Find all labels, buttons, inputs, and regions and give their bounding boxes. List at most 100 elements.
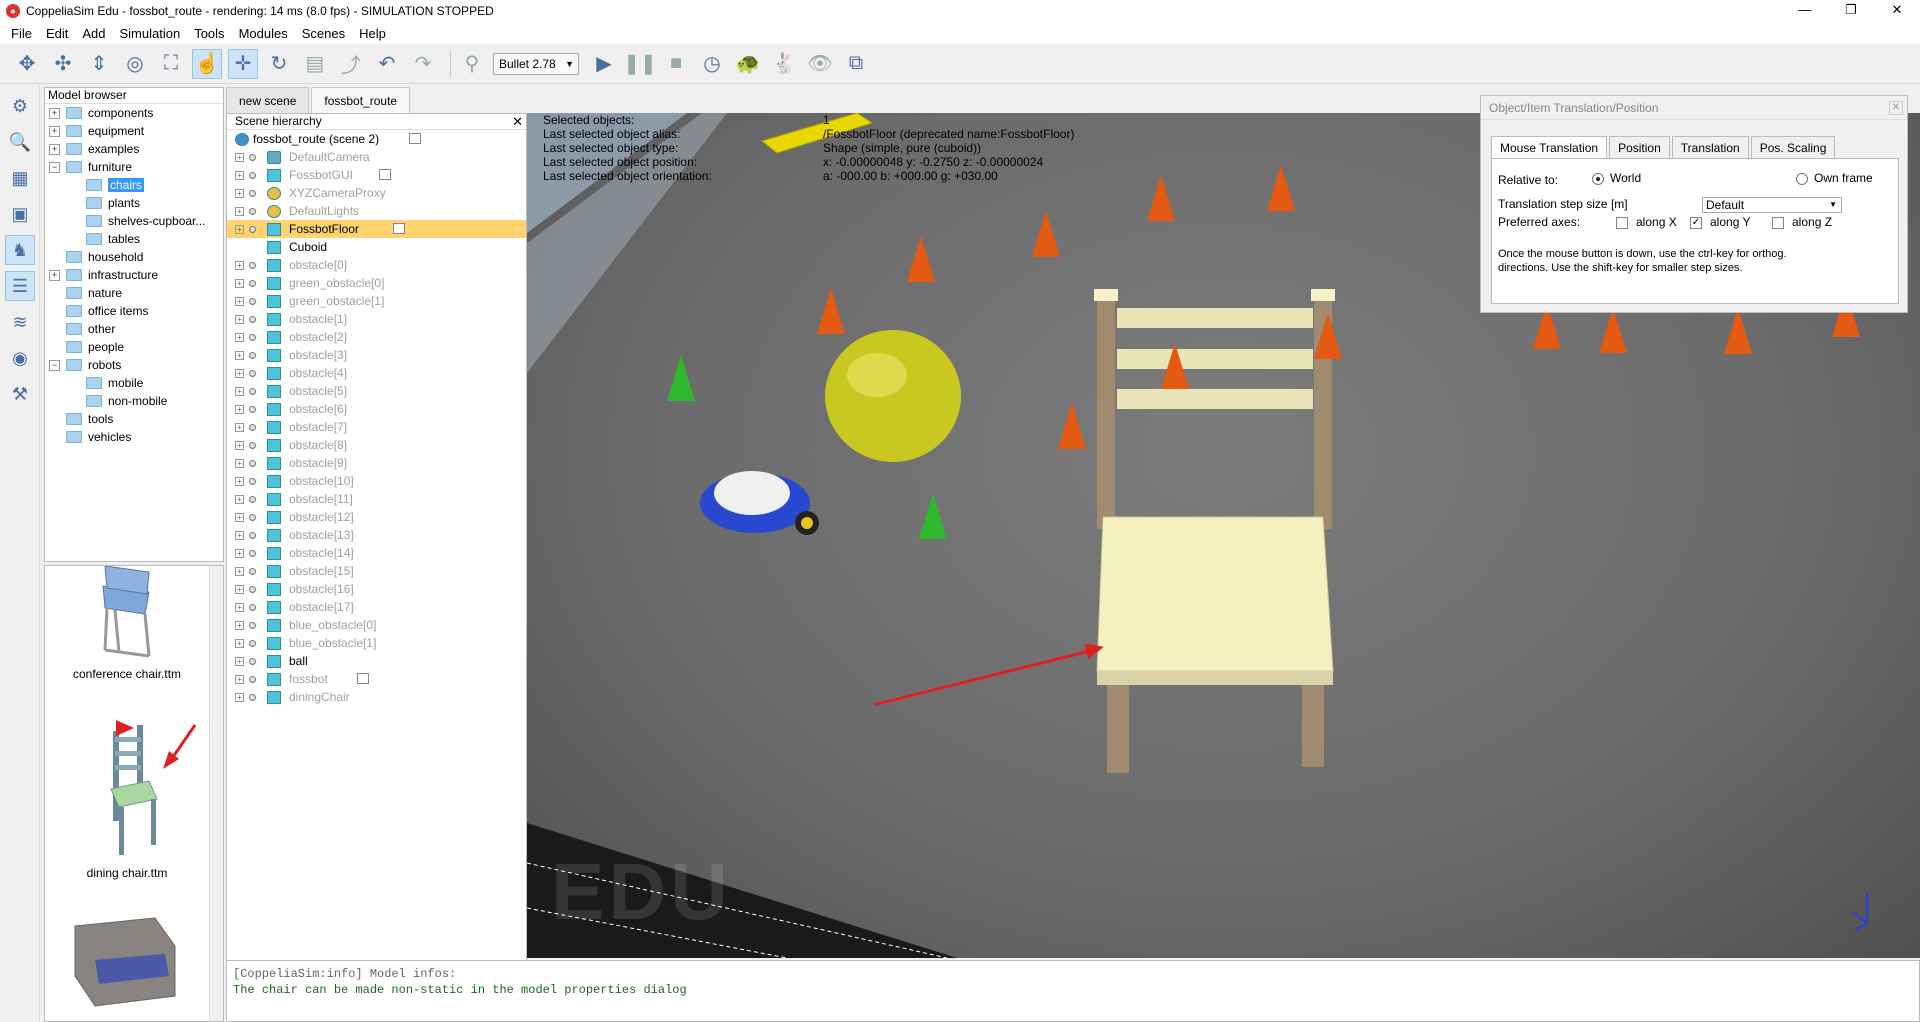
along-y-checkbox[interactable]: ✓ along Y bbox=[1690, 215, 1750, 229]
dynamics-settings-icon[interactable]: ⚲ bbox=[457, 49, 487, 79]
visibility-dot-icon[interactable] bbox=[249, 351, 256, 359]
close-button[interactable]: ✕ bbox=[1874, 0, 1920, 22]
hierarchy-item[interactable]: + obstacle[13] bbox=[227, 526, 526, 544]
expand-toggle-icon[interactable]: + bbox=[235, 512, 244, 522]
visibility-dot-icon[interactable] bbox=[249, 639, 256, 647]
hierarchy-root[interactable]: fossbot_route (scene 2) bbox=[227, 130, 526, 148]
model-folder-item[interactable]: office items bbox=[45, 302, 223, 320]
expand-toggle-icon[interactable]: + bbox=[235, 566, 244, 576]
menu-modules[interactable]: Modules bbox=[232, 26, 295, 41]
visibility-dot-icon[interactable] bbox=[249, 531, 256, 539]
expand-toggle-icon[interactable]: + bbox=[235, 332, 244, 342]
expand-toggle-icon[interactable]: + bbox=[235, 368, 244, 378]
script-doc-icon[interactable] bbox=[357, 673, 370, 684]
menu-simulation[interactable]: Simulation bbox=[113, 26, 188, 41]
visibility-dot-icon[interactable] bbox=[249, 225, 256, 233]
visibility-dot-icon[interactable] bbox=[249, 297, 256, 305]
model-folder-item[interactable]: non-mobile bbox=[45, 392, 223, 410]
expand-toggle-icon[interactable]: + bbox=[235, 692, 244, 702]
hierarchy-item[interactable]: + obstacle[11] bbox=[227, 490, 526, 508]
speed-up-icon[interactable]: 🐇 bbox=[769, 49, 799, 79]
hierarchy-item[interactable]: + XYZCameraProxy bbox=[227, 184, 526, 202]
expand-toggle-icon[interactable]: + bbox=[235, 296, 244, 306]
tab-pos-scaling[interactable]: Pos. Scaling bbox=[1750, 136, 1836, 158]
status-console[interactable]: [CoppeliaSim:info] Model infos: The chai… bbox=[226, 960, 1920, 1022]
model-folder-item[interactable]: people bbox=[45, 338, 223, 356]
visibility-dot-icon[interactable] bbox=[249, 333, 256, 341]
expand-toggle-icon[interactable]: + bbox=[49, 269, 60, 281]
visibility-dot-icon[interactable] bbox=[249, 153, 256, 161]
own-frame-radio[interactable]: Own frame bbox=[1796, 171, 1873, 185]
visibility-dot-icon[interactable] bbox=[249, 693, 256, 701]
minimize-button[interactable]: — bbox=[1782, 0, 1828, 22]
hierarchy-item[interactable]: + obstacle[0] bbox=[227, 256, 526, 274]
visibility-dot-icon[interactable] bbox=[249, 495, 256, 503]
expand-toggle-icon[interactable]: + bbox=[235, 386, 244, 396]
expand-toggle-icon[interactable]: + bbox=[235, 170, 244, 180]
model-folder-item[interactable]: tables bbox=[45, 230, 223, 248]
hierarchy-item[interactable]: + obstacle[14] bbox=[227, 544, 526, 562]
expand-toggle-icon[interactable]: + bbox=[235, 350, 244, 360]
model-folder-item[interactable]: + infrastructure bbox=[45, 266, 223, 284]
visibility-dot-icon[interactable] bbox=[249, 567, 256, 575]
script-doc-icon[interactable] bbox=[379, 169, 391, 180]
menu-file[interactable]: File bbox=[4, 26, 39, 41]
script-doc-icon[interactable] bbox=[409, 133, 421, 144]
hierarchy-item[interactable]: + green_obstacle[0] bbox=[227, 274, 526, 292]
expand-toggle-icon[interactable]: + bbox=[235, 674, 244, 684]
expand-toggle-icon[interactable]: + bbox=[235, 206, 244, 216]
expand-toggle-icon[interactable]: + bbox=[235, 638, 244, 648]
hierarchy-item[interactable]: + obstacle[16] bbox=[227, 580, 526, 598]
expand-toggle-icon[interactable]: + bbox=[235, 152, 244, 162]
visibility-dot-icon[interactable] bbox=[249, 405, 256, 413]
simulation-settings-icon[interactable]: ⚙ bbox=[5, 91, 35, 121]
hierarchy-item[interactable]: + obstacle[4] bbox=[227, 364, 526, 382]
hierarchy-item[interactable]: + green_obstacle[1] bbox=[227, 292, 526, 310]
layers-icon[interactable]: ≋ bbox=[5, 307, 35, 337]
collections-icon[interactable]: ▦ bbox=[5, 163, 35, 193]
hierarchy-item[interactable]: + obstacle[1] bbox=[227, 310, 526, 328]
realtime-icon[interactable]: ◷ bbox=[697, 49, 727, 79]
model-folder-item[interactable]: household bbox=[45, 248, 223, 266]
menu-help[interactable]: Help bbox=[352, 26, 393, 41]
hierarchy-item[interactable]: + FossbotFloor bbox=[227, 220, 526, 238]
expand-toggle-icon[interactable]: + bbox=[235, 656, 244, 666]
expand-toggle-icon[interactable]: + bbox=[49, 125, 60, 137]
world-radio[interactable]: World bbox=[1592, 171, 1641, 185]
model-folder-item[interactable]: vehicles bbox=[45, 428, 223, 446]
thumbnail-armchair[interactable] bbox=[45, 906, 209, 1019]
expand-toggle-icon[interactable]: + bbox=[49, 143, 60, 155]
visibility-dot-icon[interactable] bbox=[249, 675, 256, 683]
transfer-dna-icon[interactable]: ⤴ bbox=[336, 49, 366, 79]
expand-toggle-icon[interactable]: + bbox=[235, 224, 244, 234]
undo-icon[interactable]: ↶ bbox=[372, 49, 402, 79]
expand-toggle-icon[interactable]: + bbox=[235, 260, 244, 270]
model-folder-item[interactable]: nature bbox=[45, 284, 223, 302]
user-settings-icon[interactable]: ⚒ bbox=[5, 379, 35, 409]
expand-toggle-icon[interactable]: + bbox=[235, 188, 244, 198]
video-recorder-icon[interactable]: ◉ bbox=[5, 343, 35, 373]
visibility-dot-icon[interactable] bbox=[249, 189, 256, 197]
thumbnails-scrollbar[interactable] bbox=[209, 566, 223, 1021]
visibility-dot-icon[interactable] bbox=[249, 279, 256, 287]
model-folder-item[interactable]: plants bbox=[45, 194, 223, 212]
visibility-dot-icon[interactable] bbox=[249, 657, 256, 665]
hierarchy-item[interactable]: + obstacle[9] bbox=[227, 454, 526, 472]
assemble-icon[interactable]: ▤ bbox=[300, 49, 330, 79]
camera-angle-icon[interactable]: ◎ bbox=[120, 49, 150, 79]
visibility-dot-icon[interactable] bbox=[249, 315, 256, 323]
object-rotate-icon[interactable]: ↻ bbox=[264, 49, 294, 79]
hierarchy-item[interactable]: + obstacle[6] bbox=[227, 400, 526, 418]
hierarchy-item[interactable]: + DefaultLights bbox=[227, 202, 526, 220]
visibility-dot-icon[interactable] bbox=[249, 261, 256, 269]
click-select-icon[interactable]: ☝ bbox=[192, 48, 222, 79]
object-shift-icon[interactable]: ✛ bbox=[228, 48, 258, 79]
visibility-dot-icon[interactable] bbox=[249, 207, 256, 215]
visibility-dot-icon[interactable] bbox=[249, 477, 256, 485]
tab-new-scene[interactable]: new scene bbox=[226, 87, 310, 113]
hierarchy-item[interactable]: + DefaultCamera bbox=[227, 148, 526, 166]
camera-shift-icon[interactable]: ⇕ bbox=[84, 49, 114, 79]
hierarchy-item[interactable]: + obstacle[5] bbox=[227, 382, 526, 400]
fit-to-view-icon[interactable]: ⛶ bbox=[156, 49, 186, 79]
model-folder-item[interactable]: − furniture bbox=[45, 158, 223, 176]
